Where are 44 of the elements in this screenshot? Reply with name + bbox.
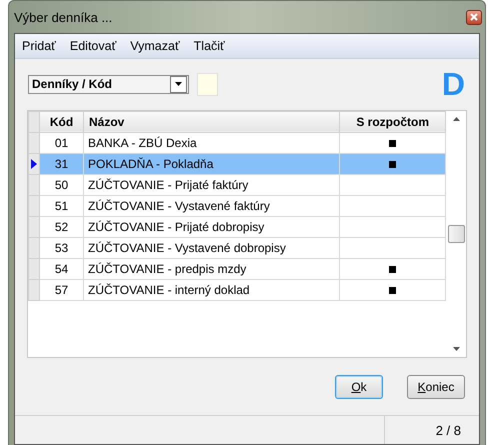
table-row[interactable]: 52 ZÚČTOVANIE - Prijaté dobropisy: [28, 216, 446, 238]
table-cell: BANKA - ZBÚ Dexia: [84, 132, 340, 154]
ok-button[interactable]: Ok: [335, 374, 383, 399]
table-cell: ZÚČTOVANIE - Vystavené faktúry: [84, 195, 340, 216]
table-cell: 57: [40, 279, 84, 300]
menu-item[interactable]: Editovať: [70, 38, 116, 53]
table-cell: POKLADŇA - Pokladňa: [84, 153, 340, 174]
table-cell: 31: [40, 153, 84, 174]
table-cell: ZÚČTOVANIE - predpis mzdy: [84, 258, 340, 280]
close-button[interactable]: [466, 10, 482, 24]
scroll-up-icon[interactable]: [452, 116, 460, 121]
table-cell: 51: [40, 195, 84, 216]
table-row[interactable]: 01 BANKA - ZBÚ Dexia: [28, 132, 446, 154]
row-pointer-icon: [31, 158, 37, 169]
scroll-down-icon[interactable]: [452, 347, 460, 352]
color-swatch: [197, 72, 218, 96]
logo: D: [442, 66, 465, 103]
table-row[interactable]: 51 ZÚČTOVANIE - Vystavené faktúry: [28, 195, 446, 216]
menu-item[interactable]: Vymazať: [130, 38, 180, 53]
table-row[interactable]: 57 ZÚČTOVANIE - interný doklad: [28, 279, 446, 300]
sort-dropdown[interactable]: Denníky / Kód: [28, 74, 189, 94]
table-cell: 53: [40, 237, 84, 258]
table-cell: 01: [40, 132, 84, 154]
column-header[interactable]: S rozpočtom: [340, 111, 446, 132]
table-cell: ZÚČTOVANIE - interný doklad: [84, 279, 340, 300]
column-header[interactable]: Názov: [84, 111, 340, 132]
table-cell: 52: [40, 216, 84, 238]
table-row[interactable]: 54 ZÚČTOVANIE - predpis mzdy: [28, 258, 446, 280]
close-dialog-button[interactable]: Koniec: [407, 374, 465, 399]
menu-item[interactable]: Tlačiť: [194, 38, 225, 53]
column-header[interactable]: Kód: [40, 111, 84, 132]
table-row[interactable]: 53 ZÚČTOVANIE - Vystavené dobropisy: [28, 237, 446, 258]
table-cell: 50: [40, 174, 84, 196]
menu-item[interactable]: Pridať: [22, 38, 56, 53]
table-row[interactable]: 50 ZÚČTOVANIE - Prijaté faktúry: [28, 174, 446, 196]
close-icon: [470, 13, 478, 21]
window-title: Výber denníka ...: [14, 10, 112, 24]
scroll-thumb[interactable]: [448, 225, 465, 244]
table-cell: ZÚČTOVANIE - Vystavené dobropisy: [84, 237, 340, 258]
table-cell: ZÚČTOVANIE - Prijaté dobropisy: [84, 216, 340, 238]
record-position: 2 / 8: [384, 416, 479, 444]
table-cell: 54: [40, 258, 84, 280]
table-row[interactable]: 31 POKLADŇA - Pokladňa: [28, 153, 446, 174]
table-cell: ZÚČTOVANIE - Prijaté faktúry: [84, 174, 340, 196]
